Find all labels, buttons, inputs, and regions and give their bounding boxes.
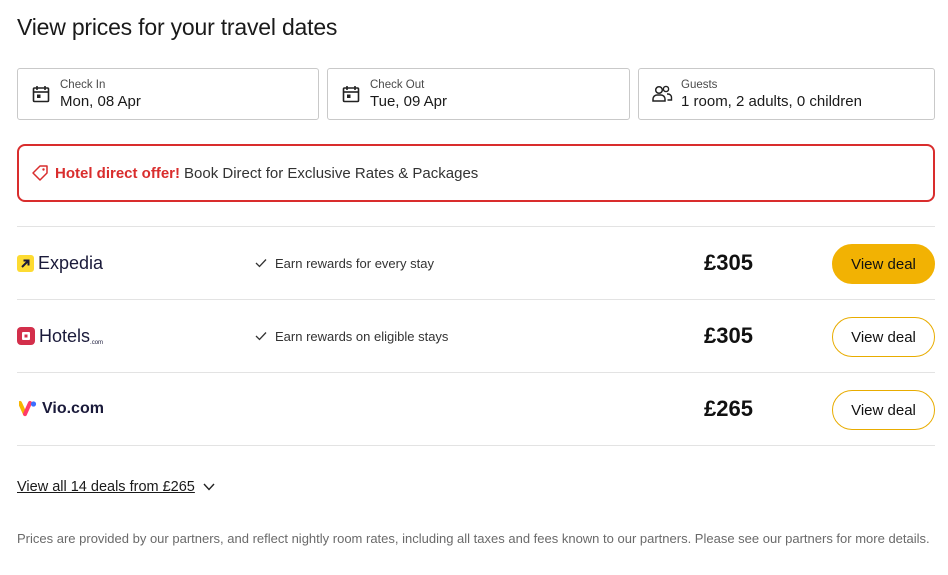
checkout-field[interactable]: Check Out Tue, 09 Apr bbox=[327, 68, 630, 120]
people-icon bbox=[651, 83, 673, 105]
page-title: View prices for your travel dates bbox=[17, 14, 338, 40]
perk-text: Earn rewards for every stay bbox=[275, 255, 434, 271]
deal-price: £265 bbox=[704, 396, 753, 421]
expedia-logo: Expedia bbox=[17, 227, 103, 299]
checkin-field[interactable]: Check In Mon, 08 Apr bbox=[17, 68, 319, 120]
offer-highlight: Hotel direct offer! bbox=[55, 164, 181, 182]
deal-row-vio: Vio.com £265 View deal bbox=[17, 373, 935, 445]
view-deal-button[interactable]: View deal bbox=[832, 244, 935, 284]
hotels-logo-icon bbox=[17, 327, 35, 345]
view-all-deals-link[interactable]: View all 14 deals from £265 bbox=[17, 479, 215, 495]
provider-suffix: .com bbox=[90, 340, 104, 346]
perk: Earn rewards for every stay bbox=[255, 227, 434, 299]
view-deal-button[interactable]: View deal bbox=[832, 390, 935, 430]
price-disclaimer: Prices are provided by our partners, and… bbox=[17, 531, 930, 546]
checkin-value: Mon, 08 Apr bbox=[60, 92, 141, 110]
perk: Earn rewards on eligible stays bbox=[255, 300, 448, 372]
deal-row-hotels: Hotels .com Earn rewards on eligible stay… bbox=[17, 300, 935, 372]
deal-price: £305 bbox=[704, 250, 753, 275]
offer-text: Book Direct for Exclusive Rates & Packag… bbox=[184, 164, 479, 182]
check-icon bbox=[255, 258, 269, 268]
chevron-down-icon bbox=[203, 483, 215, 491]
calendar-icon bbox=[30, 83, 52, 105]
view-deal-button[interactable]: View deal bbox=[832, 317, 935, 357]
tag-icon bbox=[31, 163, 51, 183]
checkin-label: Check In bbox=[60, 78, 106, 91]
check-icon bbox=[255, 331, 269, 341]
provider-name: Vio.com bbox=[42, 400, 104, 417]
guests-label: Guests bbox=[681, 78, 718, 91]
deal-row-expedia: Expedia Earn rewards for every stay £305… bbox=[17, 227, 935, 299]
calendar-icon bbox=[340, 83, 362, 105]
provider-name: Hotels bbox=[39, 325, 91, 346]
divider bbox=[17, 445, 935, 446]
view-all-label: View all 14 deals from £265 bbox=[17, 479, 195, 495]
provider-name: Expedia bbox=[38, 252, 104, 273]
perk-text: Earn rewards on eligible stays bbox=[275, 328, 449, 344]
vio-logo-icon bbox=[19, 401, 37, 416]
vio-logo: Vio.com bbox=[17, 373, 104, 445]
guests-value: 1 room, 2 adults, 0 children bbox=[681, 92, 862, 110]
checkout-label: Check Out bbox=[370, 78, 425, 91]
checkout-value: Tue, 09 Apr bbox=[370, 92, 447, 110]
hotels-logo: Hotels .com bbox=[17, 300, 103, 372]
hotel-direct-offer-banner[interactable]: Hotel direct offer! Book Direct for Excl… bbox=[17, 144, 935, 202]
guests-field[interactable]: Guests 1 room, 2 adults, 0 children bbox=[638, 68, 935, 120]
expedia-logo-icon bbox=[17, 254, 34, 272]
deal-price: £305 bbox=[704, 323, 753, 348]
